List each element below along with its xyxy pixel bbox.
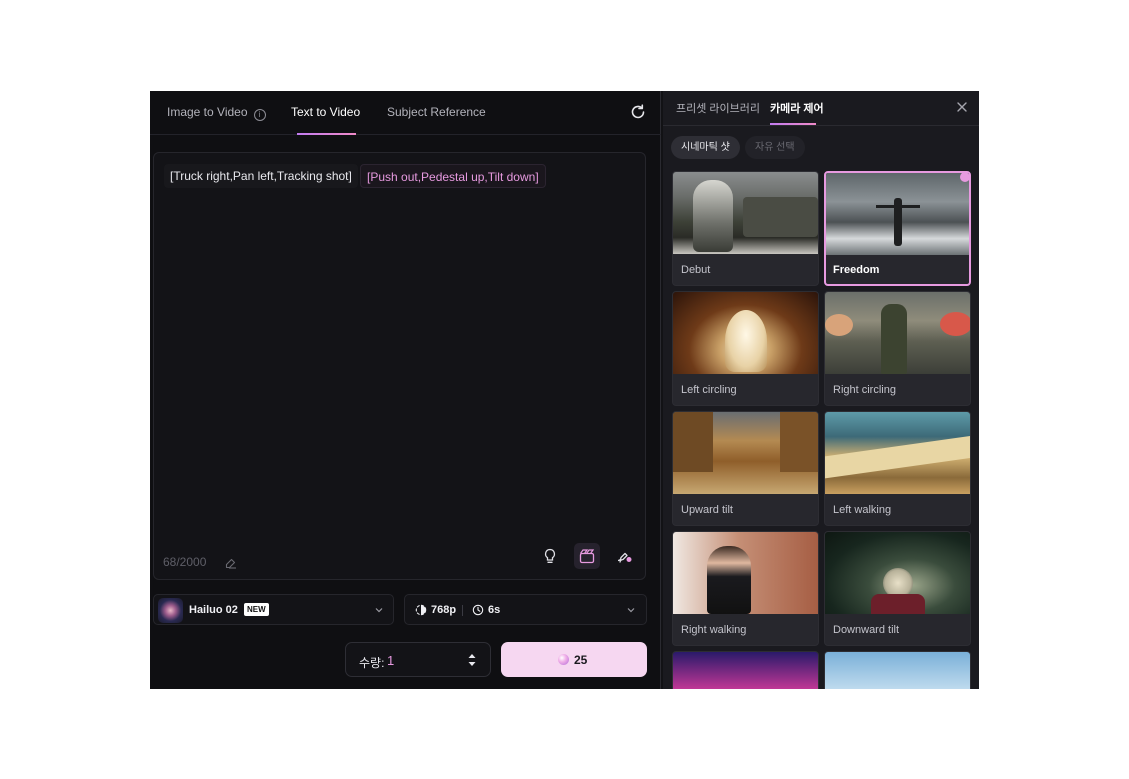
preset-card-left-walking[interactable]: Left walking bbox=[824, 411, 971, 526]
generate-button[interactable]: 25 bbox=[501, 642, 647, 677]
clock-icon bbox=[472, 604, 484, 616]
preset-card-upward-tilt[interactable]: Upward tilt bbox=[672, 411, 819, 526]
divider bbox=[663, 125, 979, 126]
preset-label: Upward tilt bbox=[681, 504, 733, 516]
credit-icon bbox=[558, 654, 569, 665]
quantity-label: 수량: bbox=[359, 656, 385, 670]
camera-control-button[interactable] bbox=[574, 543, 600, 569]
tab-text-to-video-label: Text to Video bbox=[291, 105, 361, 119]
resolution-value: 768p bbox=[431, 604, 457, 616]
quantity-value[interactable]: 1 bbox=[387, 653, 394, 668]
left-panel: Image to Video i Text to Video Subject Re… bbox=[150, 91, 661, 689]
selected-check-icon bbox=[960, 173, 969, 182]
lightbulb-button[interactable] bbox=[537, 543, 563, 569]
style-button[interactable] bbox=[611, 543, 637, 569]
settings-selector[interactable]: 768p 6s bbox=[404, 594, 647, 625]
prompt-textarea[interactable]: [Truck right,Pan left,Tracking shot] [Pu… bbox=[153, 152, 646, 580]
preset-card-freedom[interactable]: Freedom bbox=[824, 171, 971, 286]
tab-subject-reference-label: Subject Reference bbox=[387, 105, 486, 119]
palette-icon bbox=[617, 552, 632, 563]
preset-card-right-circling[interactable]: Right circling bbox=[824, 291, 971, 406]
model-selector[interactable]: Hailuo 02 NEW bbox=[153, 594, 394, 625]
preset-card-downward-tilt[interactable]: Downward tilt bbox=[824, 531, 971, 646]
preset-card-right-walking[interactable]: Right walking bbox=[672, 531, 819, 646]
tab-subject-reference[interactable]: Subject Reference bbox=[387, 105, 486, 119]
reset-icon[interactable] bbox=[628, 102, 648, 122]
preset-thumbnail bbox=[673, 532, 818, 614]
info-icon[interactable]: i bbox=[253, 109, 266, 121]
tab-camera-control[interactable]: 카메라 제어 bbox=[770, 100, 824, 116]
tab-image-to-video[interactable]: Image to Video i bbox=[167, 105, 266, 121]
lightbulb-icon bbox=[544, 548, 556, 563]
preset-label: Downward tilt bbox=[833, 624, 900, 636]
chevron-down-icon bbox=[627, 608, 635, 613]
preset-thumbnail bbox=[826, 173, 969, 255]
preset-label: Debut bbox=[681, 264, 711, 276]
character-counter: 68/2000 bbox=[163, 555, 207, 569]
filter-cinematic-shot[interactable]: 시네마틱 샷 bbox=[671, 136, 740, 159]
preset-card-debut[interactable]: Debut bbox=[672, 171, 819, 286]
camera-control-panel: 프리셋 라이브러리 카메라 제어 시네마틱 샷 자유 선택 Debut Free… bbox=[663, 91, 979, 689]
tab-image-to-video-label: Image to Video bbox=[167, 105, 248, 119]
close-icon[interactable] bbox=[955, 100, 969, 114]
stepper-arrows-icon[interactable] bbox=[467, 651, 477, 669]
preset-thumbnail bbox=[825, 652, 970, 689]
preset-label: Right walking bbox=[681, 624, 747, 636]
preset-thumbnail bbox=[673, 652, 818, 689]
eraser-icon[interactable] bbox=[224, 555, 238, 569]
camera-clapper-icon bbox=[579, 549, 595, 564]
preset-label: Freedom bbox=[833, 264, 880, 276]
preset-thumbnail bbox=[673, 412, 818, 494]
tab-text-to-video[interactable]: Text to Video bbox=[291, 105, 360, 119]
preset-label: Left circling bbox=[681, 384, 737, 396]
preset-thumbnail bbox=[673, 172, 818, 254]
quantity-stepper[interactable]: 수량: 1 bbox=[345, 642, 491, 677]
generate-credits: 25 bbox=[574, 653, 588, 667]
preset-card-partial[interactable] bbox=[672, 651, 819, 689]
preset-thumbnail bbox=[825, 292, 970, 374]
preset-thumbnail bbox=[825, 532, 970, 614]
preset-thumbnail bbox=[673, 292, 818, 374]
divider bbox=[462, 605, 463, 616]
duration-value: 6s bbox=[488, 604, 501, 616]
preset-label: Right circling bbox=[833, 384, 896, 396]
camera-chip-plain[interactable]: [Truck right,Pan left,Tracking shot] bbox=[164, 164, 358, 188]
preset-label: Left walking bbox=[833, 504, 892, 516]
preset-grid: Debut Freedom Left circling Right circli… bbox=[672, 171, 972, 689]
preset-card-partial[interactable] bbox=[824, 651, 971, 689]
chevron-down-icon bbox=[375, 608, 383, 613]
tab-preset-library[interactable]: 프리셋 라이브러리 bbox=[676, 100, 760, 116]
preset-card-left-circling[interactable]: Left circling bbox=[672, 291, 819, 406]
model-name: Hailuo 02 bbox=[189, 604, 238, 616]
camera-chip-highlighted[interactable]: [Push out,Pedestal up,Tilt down] bbox=[360, 164, 546, 188]
model-avatar bbox=[158, 598, 183, 623]
filter-free-select[interactable]: 자유 선택 bbox=[745, 136, 805, 159]
resolution-icon bbox=[415, 604, 427, 616]
preset-thumbnail bbox=[825, 412, 970, 494]
new-badge: NEW bbox=[244, 603, 269, 616]
mode-tabs: Image to Video i Text to Video Subject Re… bbox=[150, 91, 661, 135]
active-tab-indicator bbox=[297, 133, 356, 135]
video-generator-app: Image to Video i Text to Video Subject Re… bbox=[150, 91, 979, 689]
